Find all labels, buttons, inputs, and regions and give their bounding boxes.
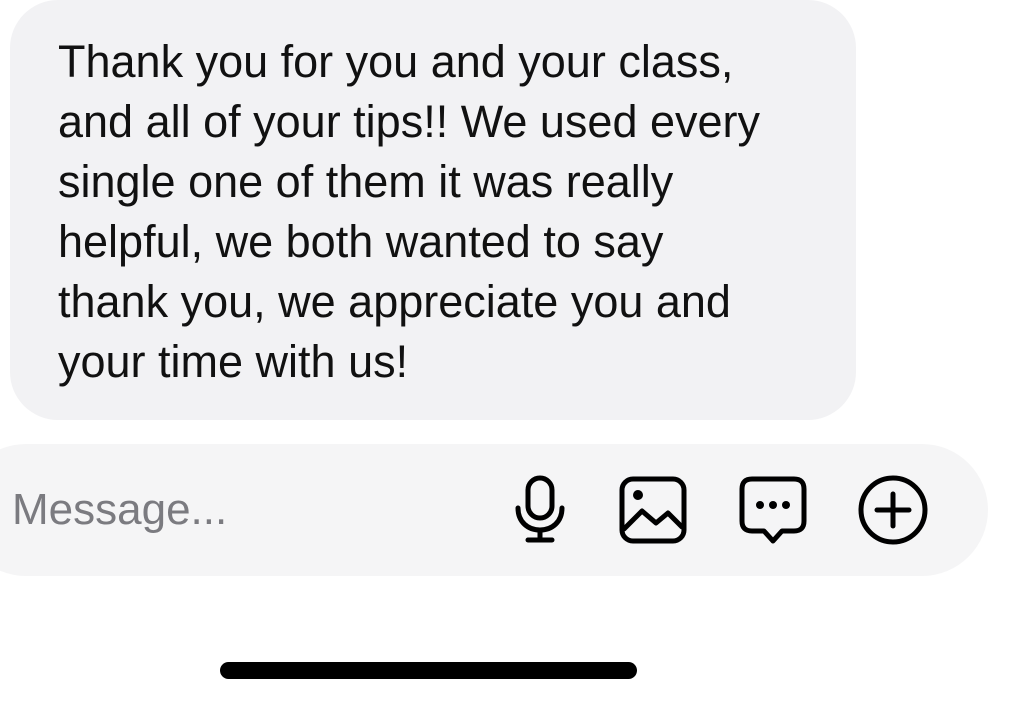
sticker-button[interactable] <box>737 474 809 546</box>
photo-button[interactable] <box>617 474 689 546</box>
message-text: Thank you for you and your class, and al… <box>58 36 761 387</box>
image-icon <box>619 476 687 544</box>
plus-circle-icon <box>858 475 928 545</box>
chat-screen: Thank you for you and your class, and al… <box>0 0 1013 702</box>
message-input[interactable] <box>0 474 492 546</box>
home-indicator[interactable] <box>220 662 637 679</box>
microphone-icon <box>515 475 565 543</box>
message-bubble-incoming[interactable]: Thank you for you and your class, and al… <box>10 0 856 420</box>
more-button[interactable] <box>857 474 929 546</box>
sticker-message-icon <box>739 476 807 544</box>
microphone-button[interactable] <box>504 474 576 546</box>
